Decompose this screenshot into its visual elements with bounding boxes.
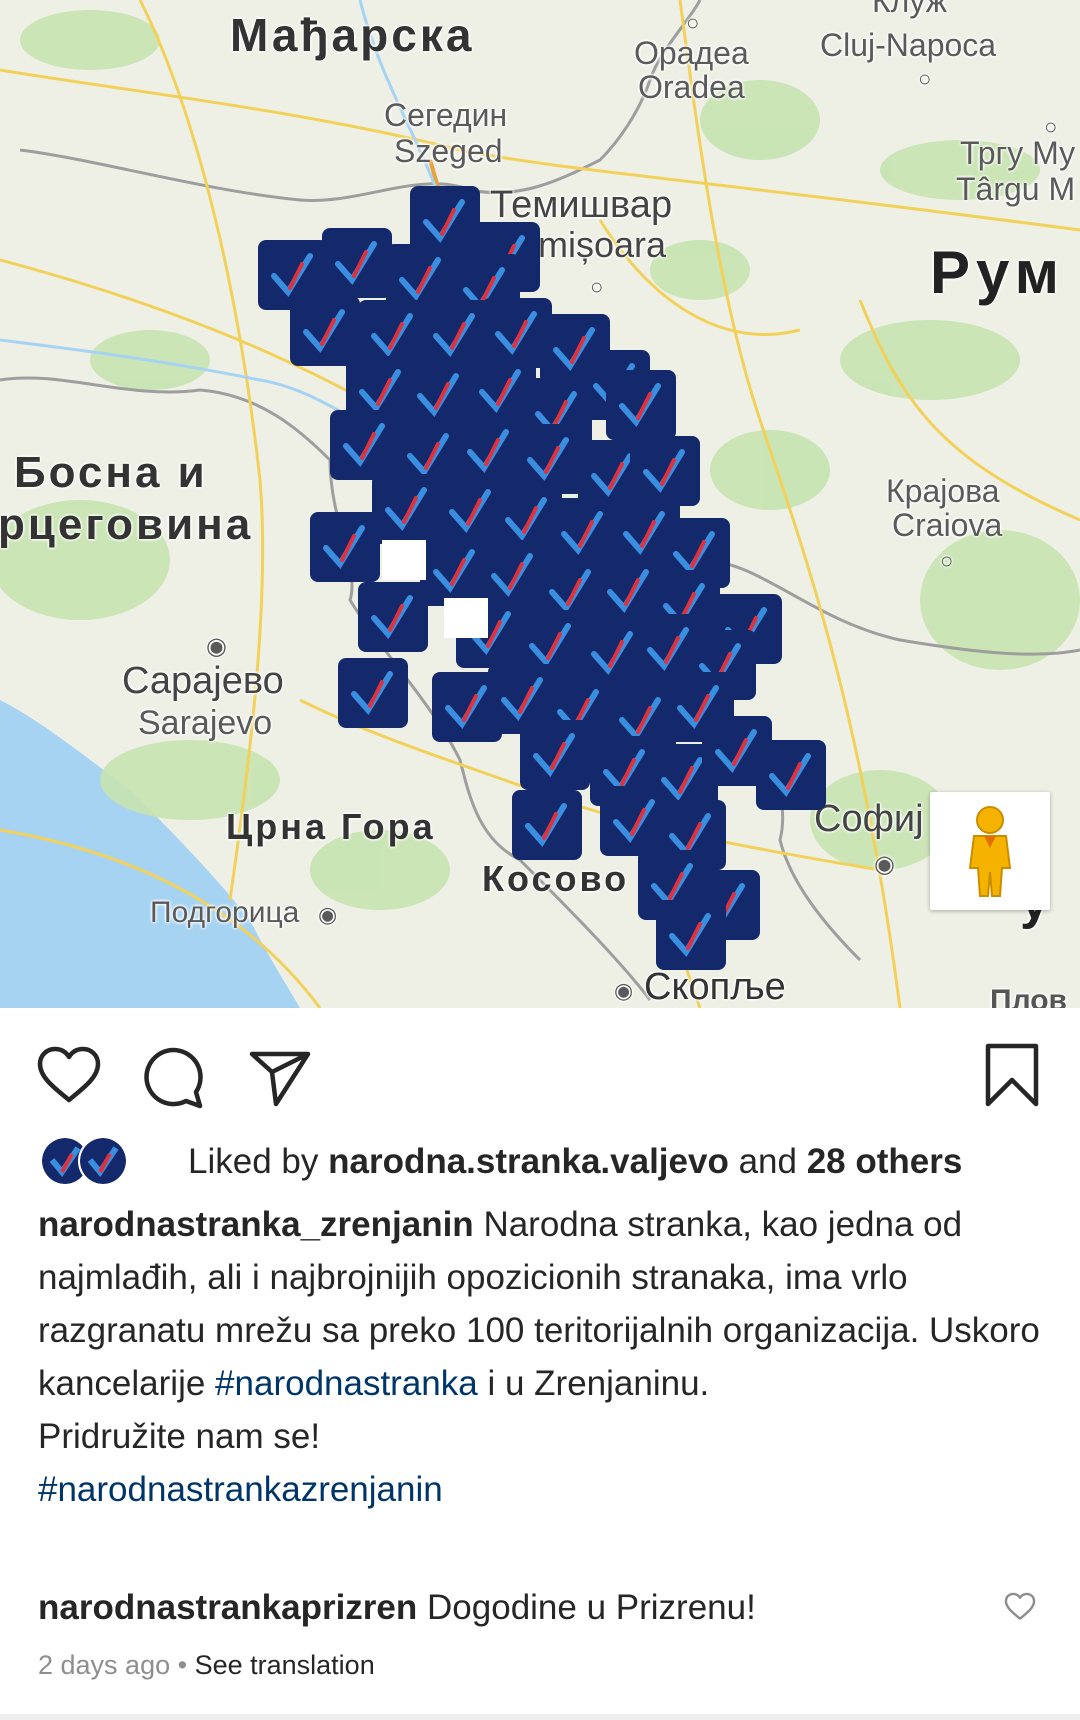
share-button[interactable] xyxy=(248,1048,312,1113)
meta-separator: • xyxy=(177,1650,188,1680)
party-logo-tile xyxy=(656,900,726,970)
street-view-button[interactable] xyxy=(930,792,1050,910)
comment-icon xyxy=(144,1047,203,1109)
party-logo-tile xyxy=(358,582,428,652)
map-gap xyxy=(444,598,488,638)
small-heart-icon xyxy=(1004,1592,1036,1620)
caption-username[interactable]: narodnastranka_zrenjanin xyxy=(38,1205,474,1244)
caption-text-cont: i u Zrenjaninu. xyxy=(487,1364,710,1403)
party-logo-tile xyxy=(310,512,380,582)
party-logo-tile xyxy=(630,436,700,506)
caption-hashtag2[interactable]: #narodnastrankazrenjanin xyxy=(38,1470,443,1509)
liked-by-conj: and xyxy=(738,1142,797,1181)
avatar xyxy=(78,1136,128,1186)
caption-hashtag[interactable]: #narodnastranka xyxy=(215,1364,478,1403)
heart-icon xyxy=(37,1046,101,1103)
party-logo-tile xyxy=(756,740,826,810)
party-logo-tile xyxy=(514,424,584,494)
party-logo-tile xyxy=(606,370,676,440)
bookmark-icon xyxy=(985,1043,1039,1107)
party-logo-tile xyxy=(372,474,442,544)
comment-text: Dogodine u Prizrenu! xyxy=(427,1588,756,1627)
party-logo-tile xyxy=(322,228,392,298)
action-bar xyxy=(0,1008,1080,1138)
map-image[interactable]: Мађарска Рум Босна и рцеговина Црна Гора… xyxy=(0,0,1080,1008)
party-logo-tile xyxy=(338,658,408,728)
comment-username[interactable]: narodnastrankaprizren xyxy=(38,1588,417,1627)
liked-by-row[interactable]: Liked by narodna.stranka.valjevo and 28 … xyxy=(40,1134,962,1190)
logo-tiles-overlay xyxy=(258,186,826,970)
liked-by-others[interactable]: 28 others xyxy=(807,1142,963,1182)
party-logo-tile xyxy=(290,296,360,366)
map-gap xyxy=(382,540,426,580)
caption-line2: Pridružite nam se! xyxy=(38,1417,321,1456)
post-time: 2 days ago xyxy=(38,1650,171,1680)
post-caption: narodnastranka_zrenjanin Narodna stranka… xyxy=(38,1198,1048,1516)
save-button[interactable] xyxy=(984,1042,1040,1113)
divider xyxy=(0,1714,1080,1720)
like-button[interactable] xyxy=(36,1046,102,1111)
comment-row: narodnastrankaprizren Dogodine u Prizren… xyxy=(38,1583,756,1633)
liked-by-prefix: Liked by xyxy=(188,1142,319,1181)
liker-avatars xyxy=(40,1136,132,1188)
post-meta: 2 days ago • See translation xyxy=(38,1650,375,1681)
party-logo-tile xyxy=(330,410,400,480)
see-translation-link[interactable]: See translation xyxy=(195,1650,375,1680)
party-logo-tile xyxy=(512,790,582,860)
liked-by-user[interactable]: narodna.stranka.valjevo xyxy=(328,1142,729,1182)
pegman-icon xyxy=(968,806,1012,897)
comment-like-button[interactable] xyxy=(1004,1592,1036,1627)
send-icon xyxy=(249,1051,311,1107)
comment-button[interactable] xyxy=(142,1046,206,1115)
party-logo-tile xyxy=(520,720,590,790)
party-logo-tile xyxy=(454,416,524,486)
